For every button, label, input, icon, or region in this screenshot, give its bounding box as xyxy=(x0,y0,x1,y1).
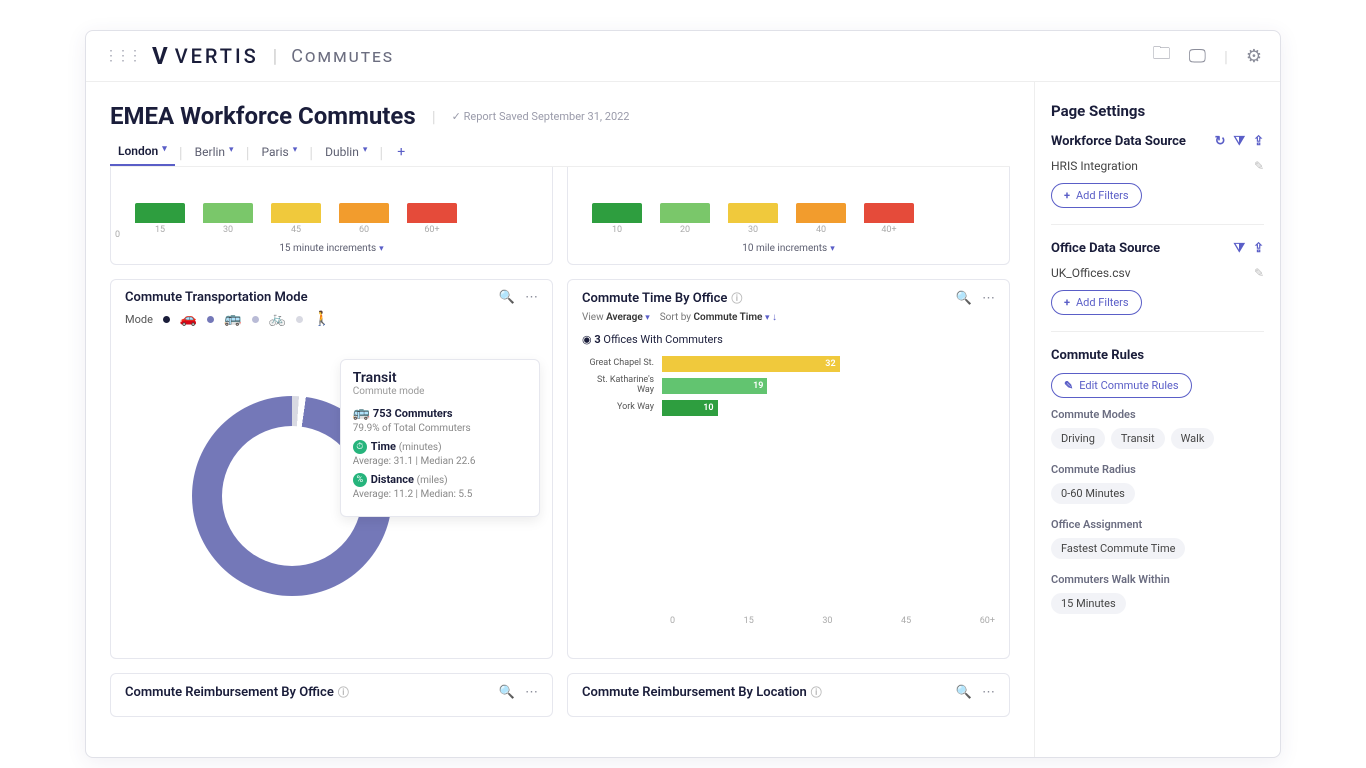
histogram-bar[interactable] xyxy=(864,203,914,223)
reimbursement-location-card: Commute Reimbursement By Locationⓘ 🔍⋯ xyxy=(567,673,1010,717)
info-icon[interactable]: ⓘ xyxy=(811,686,822,699)
histogram-bar[interactable] xyxy=(339,203,389,223)
saved-status: Report Saved September 31, 2022 xyxy=(452,110,630,123)
bike-icon: 🚲 xyxy=(269,311,286,327)
page-title: EMEA Workforce Commutes xyxy=(110,102,416,130)
chip-mode[interactable]: Driving xyxy=(1051,428,1105,449)
histogram-bar[interactable] xyxy=(407,203,457,223)
search-icon[interactable]: 🔍 xyxy=(499,685,515,700)
workforce-data-source: HRIS Integration✎ xyxy=(1051,159,1264,173)
time-by-office-card: Commute Time By Officeⓘ 🔍 ⋯ View Average… xyxy=(567,279,1010,659)
chevron-down-icon[interactable]: ▾ xyxy=(363,145,368,159)
view-dropdown[interactable]: ▾ xyxy=(645,313,650,323)
breadcrumb[interactable]: Commutes xyxy=(291,46,394,67)
chip-radius[interactable]: 0-60 Minutes xyxy=(1051,483,1135,504)
page-settings-sidebar: Page Settings Workforce Data Source ↻ ⧩ … xyxy=(1034,82,1280,758)
sort-direction-icon[interactable]: ↓ xyxy=(772,312,777,323)
tab-berlin[interactable]: Berlin▾ xyxy=(187,139,242,165)
clock-icon: ⏱ xyxy=(353,440,367,454)
office-bar[interactable]: 32 xyxy=(662,356,840,372)
mode-legend: Mode 🚗 🚌 🚲 🚶 xyxy=(125,311,538,327)
folder-icon[interactable]: 🗀 xyxy=(1153,41,1171,71)
search-icon[interactable]: 🔍 xyxy=(956,291,972,306)
bus-icon: 🚌 xyxy=(224,311,241,327)
add-tab-button[interactable]: + xyxy=(387,138,415,166)
distance-icon: % xyxy=(353,473,367,487)
chevron-down-icon[interactable]: ▾ xyxy=(229,145,234,159)
increment-selector[interactable]: 10 mile increments▾ xyxy=(582,243,995,254)
histogram-bar[interactable] xyxy=(271,203,321,223)
more-icon[interactable]: ⋯ xyxy=(525,290,538,305)
info-icon[interactable]: ⓘ xyxy=(338,686,349,699)
tab-dublin[interactable]: Dublin▾ xyxy=(317,139,375,165)
chip-mode[interactable]: Walk xyxy=(1171,428,1215,449)
histogram-bar[interactable] xyxy=(796,203,846,223)
tab-paris[interactable]: Paris▾ xyxy=(253,139,305,165)
office-bar[interactable]: 19 xyxy=(662,378,767,394)
reimbursement-office-card: Commute Reimbursement By Officeⓘ 🔍⋯ xyxy=(110,673,553,717)
histogram-bar[interactable] xyxy=(728,203,778,223)
edit-commute-rules-button[interactable]: Edit Commute Rules xyxy=(1051,373,1192,398)
commute-time-dist-card: 0 1530456060+ 15 minute increments▾ xyxy=(110,167,553,265)
walk-icon: 🚶 xyxy=(313,311,330,327)
office-bar[interactable]: 10 xyxy=(662,400,718,416)
search-icon[interactable]: 🔍 xyxy=(956,685,972,700)
office-data-source: UK_Offices.csv✎ xyxy=(1051,266,1264,280)
more-icon[interactable]: ⋯ xyxy=(982,685,995,700)
car-icon: 🚗 xyxy=(180,311,197,327)
increment-selector[interactable]: 15 minute increments▾ xyxy=(125,243,538,254)
bus-icon: 🚌 xyxy=(353,405,370,421)
histogram-bar[interactable] xyxy=(135,203,185,223)
upload-icon[interactable]: ⇪ xyxy=(1253,241,1264,256)
transport-mode-card: Commute Transportation Mode 🔍 ⋯ Mode 🚗 🚌… xyxy=(110,279,553,659)
drag-grip-icon[interactable]: ⋮⋮⋮ xyxy=(104,48,140,64)
search-icon[interactable]: 🔍 xyxy=(499,290,515,305)
histogram-bar[interactable] xyxy=(660,203,710,223)
chip-walk[interactable]: 15 Minutes xyxy=(1051,593,1126,614)
chevron-down-icon[interactable]: ▾ xyxy=(162,144,167,158)
brand-logo: VVERTIS xyxy=(152,42,259,70)
commute-distance-dist-card: 1020304040+ 10 mile increments▾ xyxy=(567,167,1010,265)
add-filters-button[interactable]: Add Filters xyxy=(1051,183,1142,208)
filter-icon[interactable]: ⧩ xyxy=(1233,134,1245,149)
histogram-bar[interactable] xyxy=(203,203,253,223)
chart-tooltip: Transit Commute mode 🚌 753 Commuters79.9… xyxy=(340,359,540,517)
topbar: ⋮⋮⋮ VVERTIS | Commutes 🗀 🖵 | ⚙ xyxy=(86,31,1280,82)
chip-mode[interactable]: Transit xyxy=(1111,428,1165,449)
edit-icon[interactable]: ✎ xyxy=(1254,159,1264,173)
tab-london[interactable]: London▾ xyxy=(110,138,175,166)
refresh-icon[interactable]: ↻ xyxy=(1215,134,1226,149)
monitor-icon[interactable]: 🖵 xyxy=(1189,46,1206,67)
upload-icon[interactable]: ⇪ xyxy=(1253,134,1264,149)
gear-icon[interactable]: ⚙ xyxy=(1246,46,1262,67)
filter-icon[interactable]: ⧩ xyxy=(1233,241,1245,256)
more-icon[interactable]: ⋯ xyxy=(982,291,995,306)
chevron-down-icon[interactable]: ▾ xyxy=(293,145,298,159)
info-icon[interactable]: ⓘ xyxy=(731,292,742,305)
sort-dropdown[interactable]: ▾ xyxy=(765,313,770,323)
add-filters-button[interactable]: Add Filters xyxy=(1051,290,1142,315)
chip-assign[interactable]: Fastest Commute Time xyxy=(1051,538,1185,559)
location-tabs: London▾ | Berlin▾ | Paris▾ | Dublin▾ | + xyxy=(110,138,1010,167)
target-icon: ◉ xyxy=(582,333,592,346)
more-icon[interactable]: ⋯ xyxy=(525,685,538,700)
histogram-bar[interactable] xyxy=(592,203,642,223)
edit-icon[interactable]: ✎ xyxy=(1254,266,1264,280)
